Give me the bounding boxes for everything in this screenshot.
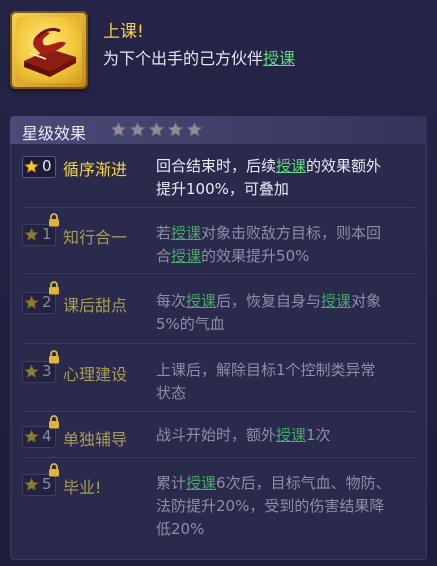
text-segment: 若 xyxy=(156,224,172,242)
effect-line: 回合结束时，后续授课的效果额外 xyxy=(156,155,416,178)
effect-text: 上课后，解除目标1个控制类异常 状态 xyxy=(156,359,416,405)
dim-star-icon xyxy=(24,227,39,242)
star-icon xyxy=(110,121,127,137)
lock-icon xyxy=(49,463,59,477)
lock-icon xyxy=(49,281,59,295)
dim-star-icon xyxy=(24,295,39,310)
keyword-link[interactable]: 授课 xyxy=(186,292,216,310)
level-badge: 3 xyxy=(22,350,59,383)
keyword-link[interactable]: 授课 xyxy=(171,247,201,265)
dim-star-icon xyxy=(24,429,39,444)
text-segment: 6次后，目标气血、物防、 xyxy=(216,474,391,492)
skill-tooltip-panel: 上课! 为下个出手的己方伙伴授课 星级效果 0 循序渐进 回合结束时，后续授课的… xyxy=(0,0,437,566)
effect-line: 提升100%，可叠加 xyxy=(156,180,289,198)
level-number: 2 xyxy=(42,293,52,311)
lock-icon xyxy=(49,213,59,227)
level-number: 3 xyxy=(42,362,52,380)
lock-icon xyxy=(49,415,59,429)
level-badge: 4 xyxy=(22,415,59,448)
text-segment: 的效果提升50% xyxy=(201,247,310,265)
dim-star-icon xyxy=(24,477,39,492)
effect-line: 合授课的效果提升50% xyxy=(156,245,416,268)
keyword-link[interactable]: 授课 xyxy=(321,292,351,310)
effect-line: 战斗开始时，额外授课1次 xyxy=(156,424,416,447)
effect-name: 单独辅导 xyxy=(63,430,128,449)
effect-name: 知行合一 xyxy=(63,228,128,247)
dim-star-icon xyxy=(24,364,39,379)
effect-line: 法防提升20%，受到的伤害结果降 xyxy=(156,497,385,515)
star-effects-section: 星级效果 0 循序渐进 回合结束时，后续授课的效果额外 提升100%，可叠加 1… xyxy=(10,116,427,560)
text-segment: 对象击败敌方目标，则本回 xyxy=(201,224,382,242)
divider xyxy=(22,273,415,274)
effect-row-2: 2 课后甜点 每次授课后，恢复自身与授课对象 5%的气血 xyxy=(10,276,427,344)
effect-text: 累计授课6次后，目标气血、物防、 法防提升20%，受到的伤害结果降 低20% xyxy=(156,472,416,541)
star-icon xyxy=(186,121,203,137)
keyword-link[interactable]: 授课 xyxy=(263,49,295,68)
divider xyxy=(22,207,415,208)
keyword-link[interactable]: 授课 xyxy=(276,426,306,444)
section-title: 星级效果 xyxy=(22,124,87,143)
text-segment: 的效果额外 xyxy=(306,157,382,175)
star-icon xyxy=(129,121,146,137)
effect-row-1: 1 知行合一 若授课对象击败敌方目标，则本回 合授课的效果提升50% xyxy=(10,212,427,274)
keyword-link[interactable]: 授课 xyxy=(276,157,306,175)
text-segment: 1次 xyxy=(306,426,331,444)
skill-icon-art xyxy=(16,17,82,83)
star-rating xyxy=(110,121,203,138)
effect-row-3: 3 心理建设 上课后，解除目标1个控制类异常 状态 xyxy=(10,346,427,412)
effect-text: 回合结束时，后续授课的效果额外 提升100%，可叠加 xyxy=(156,155,416,201)
level-number: 5 xyxy=(42,475,52,493)
text-segment: 后，恢复自身与 xyxy=(216,292,322,310)
skill-icon xyxy=(10,11,88,89)
effect-name: 课后甜点 xyxy=(63,296,128,315)
star-icon xyxy=(148,121,165,137)
level-badge: 0 xyxy=(22,156,56,178)
divider xyxy=(22,457,415,458)
effect-name: 循序渐进 xyxy=(63,160,128,179)
skill-title: 上课! xyxy=(103,22,144,42)
effect-line: 上课后，解除目标1个控制类异常 xyxy=(156,361,376,379)
effect-line: 5%的气血 xyxy=(156,315,225,333)
effect-line: 累计授课6次后，目标气血、物防、 xyxy=(156,472,416,495)
effect-line: 每次授课后，恢复自身与授课对象 xyxy=(156,290,416,313)
divider xyxy=(22,343,415,344)
effect-line: 若授课对象击败敌方目标，则本回 xyxy=(156,222,416,245)
level-badge: 1 xyxy=(22,213,59,246)
gold-star-icon xyxy=(24,159,39,174)
effect-text: 若授课对象击败敌方目标，则本回 合授课的效果提升50% xyxy=(156,222,416,268)
effect-name: 心理建设 xyxy=(63,365,128,384)
text-segment: 回合结束时，后续 xyxy=(156,157,277,175)
level-number: 1 xyxy=(42,225,52,243)
keyword-link[interactable]: 授课 xyxy=(186,474,216,492)
effect-name: 毕业! xyxy=(63,478,102,497)
skill-header: 上课! 为下个出手的己方伙伴授课 xyxy=(0,0,437,112)
level-badge: 5 xyxy=(22,463,59,496)
level-number: 0 xyxy=(42,157,52,175)
effect-text: 战斗开始时，额外授课1次 xyxy=(156,424,416,447)
skill-desc-text: 为下个出手的己方伙伴 xyxy=(103,49,264,68)
section-header: 星级效果 xyxy=(10,116,427,144)
text-segment: 每次 xyxy=(156,292,187,310)
divider xyxy=(22,411,415,412)
text-segment: 合 xyxy=(156,247,172,265)
effect-row-4: 4 单独辅导 战斗开始时，额外授课1次 xyxy=(10,414,427,458)
effect-text: 每次授课后，恢复自身与授课对象 5%的气血 xyxy=(156,290,416,336)
lock-icon xyxy=(49,350,59,364)
keyword-link[interactable]: 授课 xyxy=(171,224,201,242)
star-icon xyxy=(167,121,184,137)
level-badge: 2 xyxy=(22,281,59,314)
effect-line: 状态 xyxy=(156,384,187,402)
effect-row-5: 5 毕业! 累计授课6次后，目标气血、物防、 法防提升20%，受到的伤害结果降 … xyxy=(10,462,427,554)
text-segment: 对象 xyxy=(351,292,382,310)
text-segment: 战斗开始时，额外 xyxy=(156,426,277,444)
book-desk-icon xyxy=(24,27,76,77)
skill-description: 为下个出手的己方伙伴授课 xyxy=(103,45,295,69)
effect-row-0: 0 循序渐进 回合结束时，后续授课的效果额外 提升100%，可叠加 xyxy=(10,150,427,208)
text-segment: 累计 xyxy=(156,474,187,492)
effect-line: 低20% xyxy=(156,520,205,538)
level-number: 4 xyxy=(42,427,52,445)
